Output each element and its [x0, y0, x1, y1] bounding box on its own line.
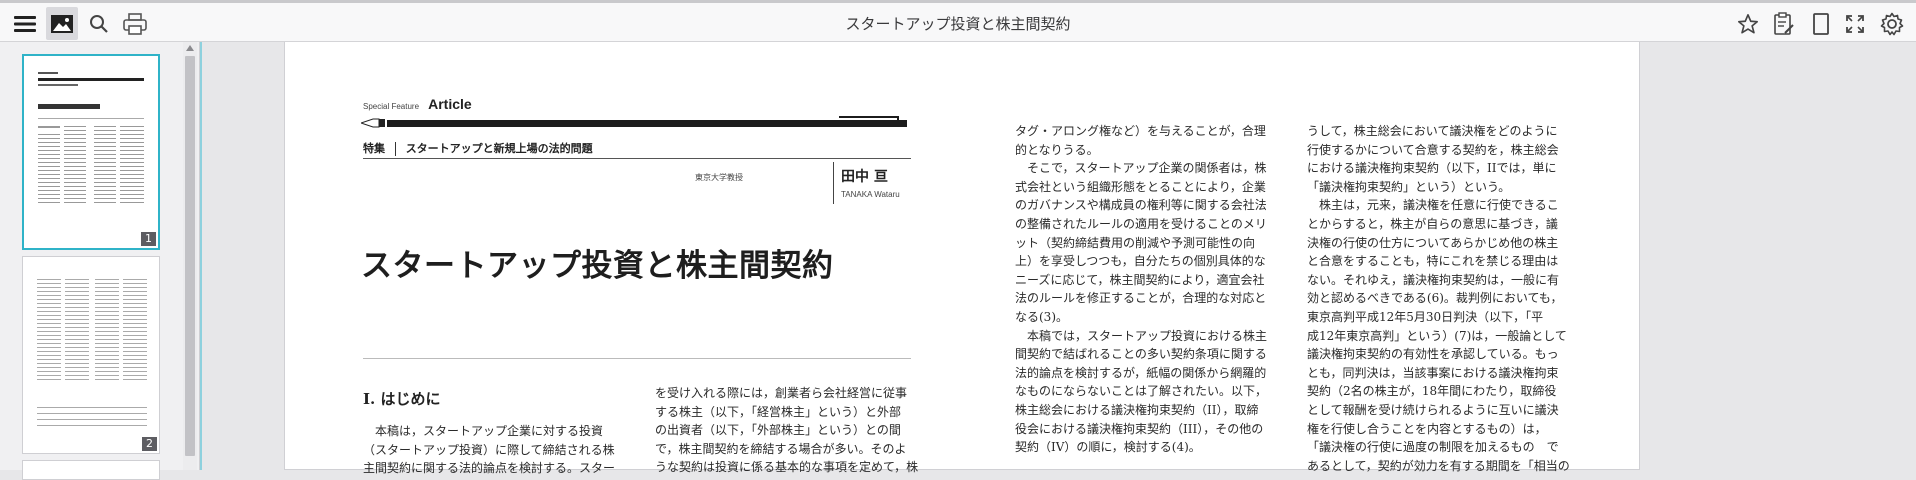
paragraph-line: うして，株主総会において議決権をどのように: [1307, 124, 1558, 138]
paragraph-line: 「議決権拘束契約」という）という。: [1307, 179, 1511, 194]
paragraph-line: の出資者（以下，「外部株主」という）との間: [655, 423, 901, 438]
thumbnail-page-3[interactable]: [22, 460, 160, 480]
paragraph-line: を受け入れる際には，創業者ら会社経営に従事: [655, 386, 908, 400]
document-viewer[interactable]: Special Feature Article 特集 スタートアップと新規上場の…: [200, 42, 1916, 475]
pen-rule-graphic: [361, 116, 907, 128]
title-divider: [363, 358, 911, 359]
scroll-up-arrow-icon[interactable]: [186, 45, 194, 51]
thumbnail-preview: [37, 279, 147, 426]
paragraph-line: ニーズに応じて，株主間契約により，適宜会社: [1015, 272, 1265, 287]
body-column-2: を受け入れる際には，創業者ら会社経営に従事 する株主（以下，「経営株主」という）…: [655, 384, 919, 477]
article-title: スタートアップ投資と株主間契約: [361, 248, 834, 284]
paragraph-line: 契約（2名の株主が，18年間にわたり，取締役: [1307, 384, 1557, 399]
paragraph-line: として報酬を受け続けられるように互いに議決: [1307, 402, 1559, 417]
paragraph-line: ット（契約締結費用の削減や予測可能性の向: [1015, 235, 1256, 250]
paragraph-line: 株主は，元来，議決権を任意に行使できるこ: [1307, 198, 1559, 213]
paragraph-line: なものにならないことは了解されたい。以下，: [1015, 384, 1268, 399]
thumbnail-page-1[interactable]: 1: [22, 54, 160, 250]
paragraph-line: （スタートアップ投資）に際して締結される株: [363, 442, 615, 457]
star-icon[interactable]: [1733, 9, 1763, 39]
article-header: Special Feature Article: [363, 94, 472, 113]
paragraph-line: 上）を享受しつつも，自分たちの個別具体的な: [1015, 254, 1266, 269]
header-divider: [363, 158, 911, 159]
paragraph-line: のガバナンスや構成員の権利等に関する会社法: [1015, 198, 1267, 213]
paragraph-line: 東京高判平成12年5月30日判決（以下，「平: [1307, 309, 1544, 324]
page-icon[interactable]: [1806, 9, 1836, 39]
paragraph-line: あるとして，契約が効力を有する期間を「相当の: [1307, 458, 1570, 473]
feature-header: 特集 スタートアップと新規上場の法的問題: [363, 140, 593, 156]
author-name: 田中 亘: [841, 169, 888, 185]
scrollbar-thumb[interactable]: [185, 56, 195, 456]
paragraph-line: 法的論点を検討するが，紙幅の関係から網羅的: [1015, 365, 1267, 380]
paragraph-line: タグ・アロング権など）を与えることが，合理: [1015, 124, 1266, 138]
body-column-3: タグ・アロング権など）を与えることが，合理 的となりうる。 そこで，スタートアッ…: [1015, 122, 1271, 457]
paragraph-line: とからすると，株主が自らの意思に基づき，議: [1307, 216, 1558, 231]
paragraph-line: 契約（IV）の順に，検討する(4)。: [1015, 440, 1201, 455]
thumbnail-page-number: 2: [142, 437, 157, 451]
paragraph-line: 権を行使し合うことを内容とするもの）は，: [1307, 421, 1547, 436]
document-title: スタートアップ投資と株主間契約: [845, 15, 1071, 33]
document-page: Special Feature Article 特集 スタートアップと新規上場の…: [284, 42, 1640, 475]
paragraph-line: における議決権拘束契約（以下，IIでは，単に: [1307, 161, 1557, 176]
clipboard-edit-icon[interactable]: [1769, 9, 1799, 39]
author-name-en: TANAKA Wataru: [841, 190, 900, 199]
body-column-1: 本稿は，スタートアップ企業に対する投資 （スタートアップ投資）に際して締結される…: [363, 422, 619, 478]
paragraph-line: する株主（以下，「経営株主」という）と外部: [655, 404, 902, 419]
paragraph-line: 行使するかについて合意する契約を，株主総会: [1307, 142, 1559, 157]
paragraph-line: うな契約は投資に係る基本的な事項を定めて，株: [655, 460, 919, 475]
feature-tag: 特集: [363, 142, 385, 155]
paragraph-line: 役会における議決権拘束契約（III），その他の: [1015, 421, 1264, 436]
paragraph-line: なる(3)。: [1015, 309, 1068, 324]
paragraph-line: で，株主間契約を締結する場合が多い。そのよ: [655, 441, 907, 456]
paragraph-line: 成12年東京高判」という）(7)は，一般論として: [1307, 328, 1567, 343]
paragraph-line: 本稿は，スタートアップ企業に対する投資: [375, 424, 604, 438]
thumbnail-preview: [38, 72, 144, 203]
paragraph-line: とも，同判決は，当該事案における議決権拘束: [1307, 365, 1559, 380]
paragraph-line: そこで，スタートアップ企業の関係者は，株: [1015, 161, 1267, 176]
article-label: Article: [428, 96, 472, 112]
sidebar-scrollbar[interactable]: [183, 42, 197, 470]
paragraph-line: の整備されたルールの適用を受けることのメリ: [1015, 216, 1267, 231]
paragraph-line: 的となりうる。: [1015, 142, 1099, 157]
paragraph-line: 決権の行使の仕方についてあらかじめ他の株主: [1307, 235, 1559, 250]
paragraph-line: と合意をすることも，特にこれを禁じる理由は: [1307, 254, 1559, 269]
paragraph-line: 式会社という組織形態をとることにより，企業: [1015, 179, 1266, 194]
paragraph-line: ない。それゆえ，議決権拘束契約は，一般に有: [1307, 272, 1560, 287]
toolbar: スタートアップ投資と株主間契約: [0, 0, 1916, 42]
fullscreen-icon[interactable]: [1840, 9, 1870, 39]
thumbnail-page-number: 1: [141, 232, 156, 246]
thumbnail-page-2[interactable]: 2: [22, 256, 160, 454]
paragraph-line: 法のルールを修正することが，合理的な対応と: [1015, 291, 1267, 306]
paragraph-line: 議決権拘束契約の有効性を承認している。もっ: [1307, 347, 1559, 362]
author-affiliation: 東京大学教授: [695, 173, 743, 182]
feature-title: スタートアップと新規上場の法的問題: [405, 142, 593, 155]
thumbnail-sidebar: 1 2: [0, 42, 200, 480]
gear-icon[interactable]: [1877, 9, 1907, 39]
paragraph-line: 「議決権の行使に過度の制限を加えるもの で: [1307, 440, 1559, 455]
paragraph-line: 本稿では，スタートアップ投資における株主: [1015, 328, 1268, 343]
paragraph-line: 効と認めるべきである(6)。裁判例においても，: [1307, 291, 1563, 306]
paragraph-line: 主間契約に関する法的論点を検討する。スター: [363, 461, 616, 476]
author-divider: [833, 162, 834, 204]
body-column-4: うして，株主総会において議決権をどのように 行使するかについて合意する契約を，株…: [1307, 122, 1570, 475]
paragraph-line: 株主総会における議決権拘束契約（II），取締: [1015, 402, 1259, 417]
special-feature-label: Special Feature: [363, 102, 420, 111]
section-heading: I. はじめに: [363, 390, 441, 408]
paragraph-line: 間契約で結ばれることの多い契約条項に関する: [1015, 347, 1267, 362]
